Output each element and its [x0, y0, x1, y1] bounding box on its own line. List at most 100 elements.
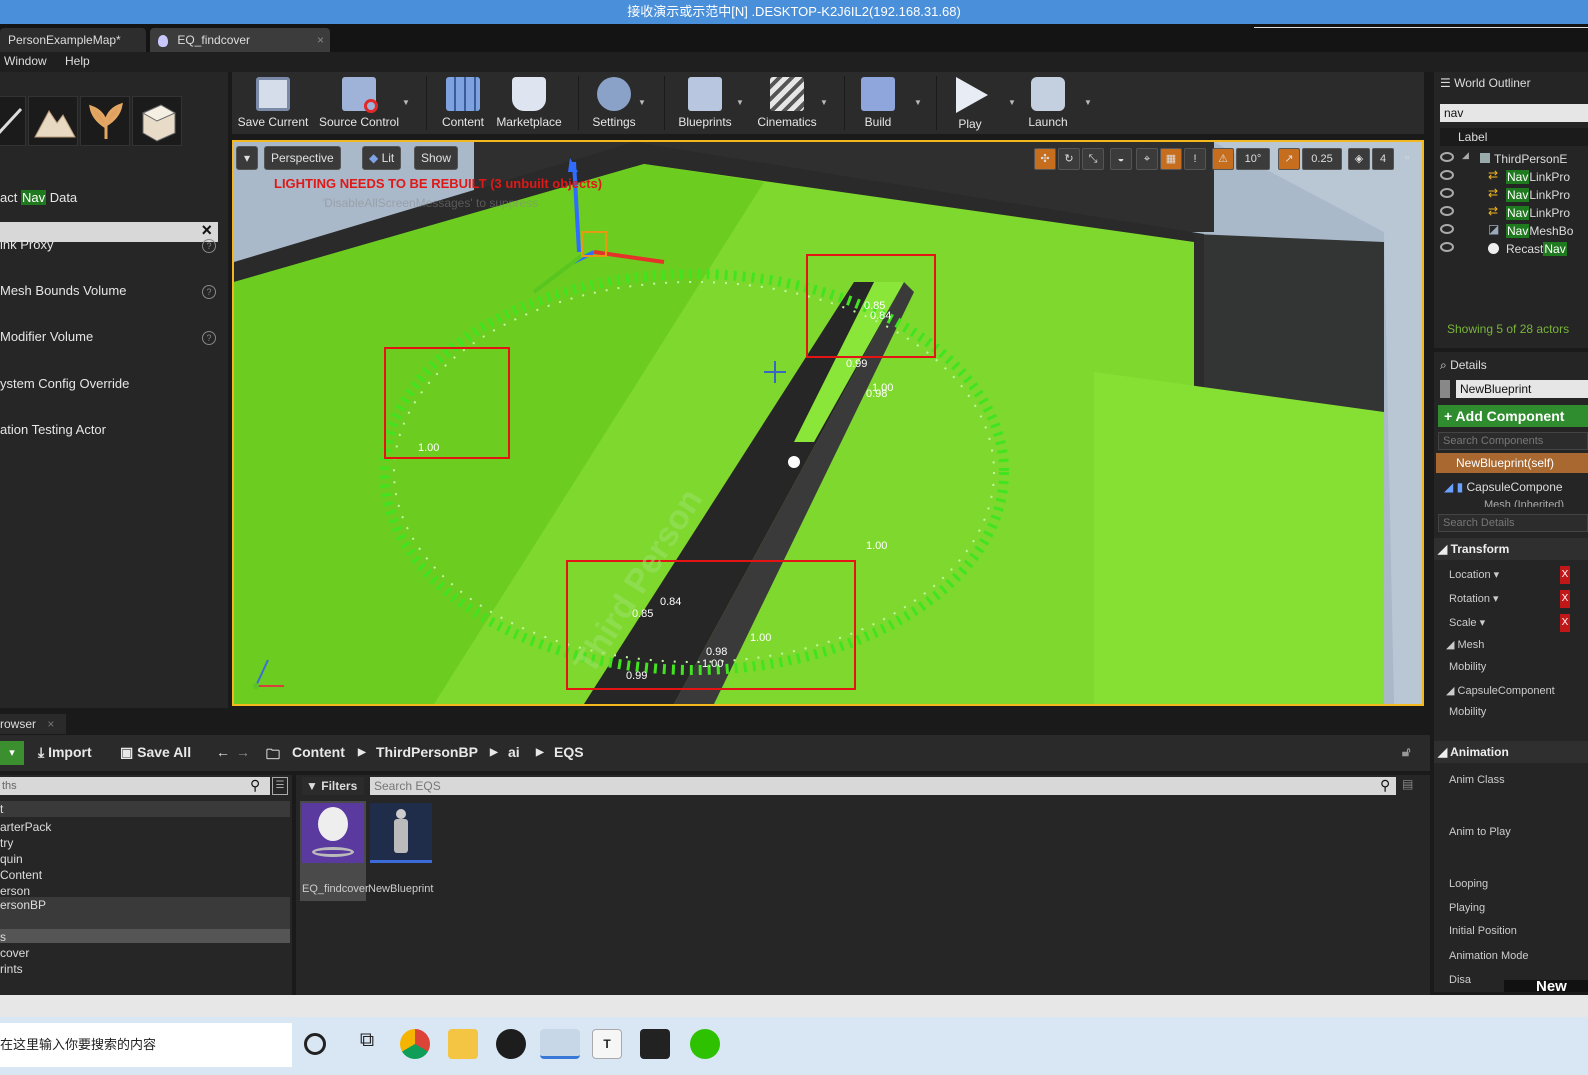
tree-item[interactable]: Content: [0, 867, 290, 883]
search-details-input[interactable]: Search Details: [1438, 514, 1588, 532]
launch-dropdown-icon[interactable]: ▼: [1084, 98, 1092, 107]
animation-section-header[interactable]: ◢ Animation: [1434, 741, 1588, 763]
component-self-row[interactable]: NewBlueprint(self): [1436, 453, 1588, 473]
build-dropdown-icon[interactable]: ▼: [914, 98, 922, 107]
actor-name-input[interactable]: NewBlueprint: [1456, 380, 1588, 398]
paint-mode-icon[interactable]: [0, 96, 26, 146]
help-icon[interactable]: ?: [202, 239, 216, 253]
tab-close-icon[interactable]: ×: [317, 28, 324, 52]
mesh-subsection[interactable]: ◢ Mesh: [1446, 638, 1484, 651]
source-control-button[interactable]: Source Control: [318, 72, 400, 134]
breadcrumb-eqs[interactable]: EQS: [554, 744, 584, 760]
filters-button[interactable]: ▼ Filters: [302, 777, 364, 795]
mesh-inherited-row[interactable]: Mesh (Inherited): [1484, 499, 1564, 507]
capsule-subsection[interactable]: ◢ CapsuleComponent: [1446, 684, 1555, 697]
blueprints-dropdown-icon[interactable]: ▼: [736, 98, 744, 107]
level-viewport[interactable]: ▾ Perspective ◆ Lit Show ✣ ↻ ⤡ ◒ ⌖ ▦ ! ⚠…: [232, 140, 1424, 706]
translate-tool-icon[interactable]: ✣: [1034, 148, 1056, 170]
camera-speed-icon[interactable]: ◈: [1348, 148, 1370, 170]
outliner-row[interactable]: ◪ NavMeshBo: [1434, 222, 1588, 240]
breadcrumb-arrow-icon[interactable]: ▶: [490, 747, 498, 758]
surface-snap-icon[interactable]: ⌖: [1136, 148, 1158, 170]
tab-close-icon[interactable]: ×: [47, 717, 54, 731]
perspective-button[interactable]: Perspective: [264, 146, 341, 170]
cinematics-dropdown-icon[interactable]: ▼: [820, 98, 828, 107]
save-all-button[interactable]: ▣ Save All: [120, 744, 191, 761]
epic-icon[interactable]: [640, 1029, 670, 1059]
asset-tile-newblueprint[interactable]: NewBlueprint: [368, 801, 434, 901]
rotation-snap-value[interactable]: 10°: [1236, 148, 1270, 170]
rotation-snap-icon[interactable]: ⚠: [1212, 148, 1234, 170]
visibility-eye-icon[interactable]: [1440, 152, 1454, 162]
remote-icon[interactable]: [540, 1029, 580, 1059]
grid-size-warning[interactable]: !: [1184, 148, 1206, 170]
expand-arrow-icon[interactable]: ◢: [1462, 150, 1469, 161]
breadcrumb-content[interactable]: Content: [292, 744, 345, 760]
placement-item-bounds-volume[interactable]: Mesh Bounds Volume: [0, 283, 126, 298]
outliner-search-input[interactable]: nav: [1440, 104, 1588, 122]
lit-button[interactable]: ◆ Lit: [362, 146, 402, 170]
tree-item[interactable]: arterPack: [0, 819, 290, 835]
blueprints-button[interactable]: Blueprints: [672, 72, 738, 134]
build-button[interactable]: Build: [852, 72, 904, 134]
placement-item-config-override[interactable]: ystem Config Override: [0, 376, 129, 391]
settings-dropdown-icon[interactable]: ▼: [638, 98, 646, 107]
save-search-icon[interactable]: ▤: [1402, 777, 1413, 791]
placement-item-modifier-volume[interactable]: Modifier Volume: [0, 329, 93, 344]
typora-icon[interactable]: T: [592, 1029, 622, 1059]
menu-help[interactable]: Help: [65, 54, 90, 68]
play-dropdown-icon[interactable]: ▼: [1008, 98, 1016, 107]
outliner-row[interactable]: ⇄ NavLinkPro: [1434, 186, 1588, 204]
scale-snap-value[interactable]: 0.25: [1302, 148, 1342, 170]
settings-button[interactable]: Settings: [586, 72, 642, 134]
play-button[interactable]: Play: [942, 72, 998, 134]
visibility-eye-icon[interactable]: [1440, 206, 1454, 216]
visibility-eye-icon[interactable]: [1440, 224, 1454, 234]
foliage-mode-icon[interactable]: [80, 96, 130, 146]
reset-location-icon[interactable]: X: [1560, 566, 1570, 584]
tab-eq-findcover[interactable]: EQ_findcover ×: [150, 28, 330, 52]
content-button[interactable]: Content: [432, 72, 494, 134]
show-button[interactable]: Show: [414, 146, 459, 170]
rotation-label[interactable]: Rotation ▾: [1449, 592, 1499, 605]
explorer-icon[interactable]: [448, 1029, 478, 1059]
lock-icon[interactable]: 🔓︎: [1402, 744, 1410, 760]
add-component-button[interactable]: + Add Component: [1438, 405, 1588, 427]
breadcrumb-arrow-icon[interactable]: ▶: [358, 747, 366, 758]
search-components-input[interactable]: Search Components: [1438, 432, 1588, 450]
scale-snap-icon[interactable]: ↗: [1278, 148, 1300, 170]
add-new-button[interactable]: ▾: [0, 741, 24, 765]
help-icon[interactable]: ?: [202, 285, 216, 299]
breadcrumb-thirdpersonbp[interactable]: ThirdPersonBP: [376, 744, 478, 760]
viewport-options-dropdown[interactable]: ▾: [236, 146, 258, 170]
tab-map[interactable]: PersonExampleMap*: [0, 28, 146, 52]
paths-search-input[interactable]: ths: [0, 777, 270, 795]
content-browser-tab[interactable]: rowser ×: [0, 714, 66, 734]
chrome-icon[interactable]: [400, 1029, 430, 1059]
marketplace-button[interactable]: Marketplace: [494, 72, 564, 134]
tree-item[interactable]: ersonBP: [0, 897, 290, 929]
landscape-mode-icon[interactable]: [28, 96, 78, 146]
asset-tile-eq-findcover[interactable]: EQ_findcover: [300, 801, 369, 901]
reset-rotation-icon[interactable]: X: [1560, 590, 1570, 608]
placement-item-nav-data[interactable]: act Nav Data: [0, 190, 77, 205]
outliner-row[interactable]: ⇄ NavLinkPro: [1434, 168, 1588, 186]
maximize-viewport-icon[interactable]: ▫: [1400, 148, 1414, 170]
visibility-eye-icon[interactable]: [1440, 170, 1454, 180]
forward-icon[interactable]: →: [236, 744, 250, 760]
breadcrumb-ai[interactable]: ai: [508, 744, 520, 760]
asset-search-input[interactable]: Search EQS: [370, 777, 1396, 795]
placement-item-testing-actor[interactable]: ation Testing Actor: [0, 422, 106, 437]
outliner-row[interactable]: RecastNav: [1434, 240, 1588, 258]
taskbar-search-input[interactable]: 在这里输入你要搜索的内容: [0, 1023, 292, 1067]
wechat-icon[interactable]: [690, 1029, 720, 1059]
grid-snap-icon[interactable]: ▦: [1160, 148, 1182, 170]
back-icon[interactable]: ←: [216, 744, 230, 760]
visibility-eye-icon[interactable]: [1440, 242, 1454, 252]
outliner-row[interactable]: ◢ ThirdPersonE: [1434, 150, 1588, 168]
reset-scale-icon[interactable]: X: [1560, 614, 1570, 632]
component-capsule-row[interactable]: ◢ ▮ CapsuleCompone: [1444, 480, 1563, 494]
tree-item[interactable]: t: [0, 801, 290, 817]
tree-item[interactable]: cover: [0, 945, 290, 961]
transform-section-header[interactable]: ◢ Transform: [1434, 538, 1588, 560]
